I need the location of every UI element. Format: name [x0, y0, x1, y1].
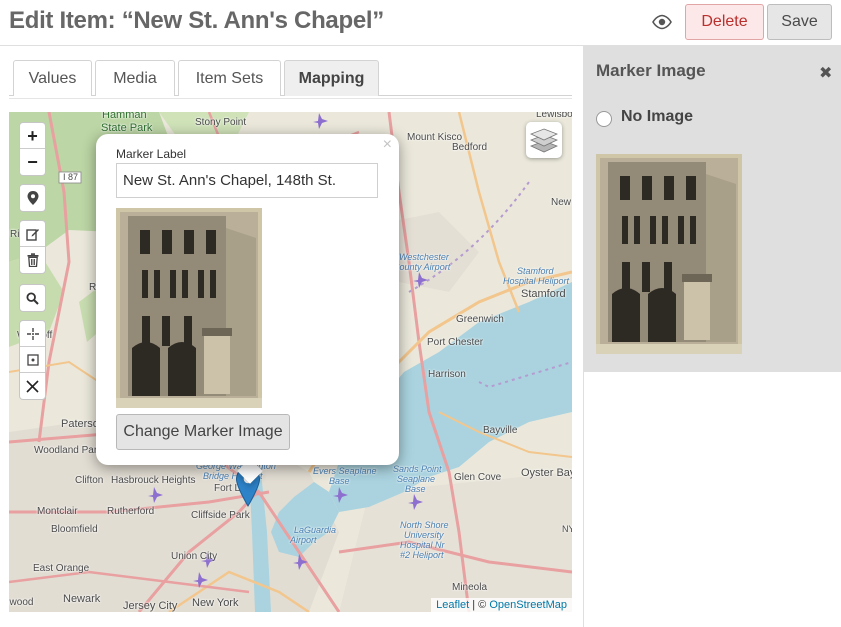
draw-marker-button[interactable] — [20, 185, 45, 211]
marker-image-sidebar: Marker Image ✖ No Image — [583, 46, 841, 627]
map-label: Hamman — [102, 112, 147, 121]
section-tabs: Values Media Item Sets Mapping — [9, 60, 572, 96]
layers-control[interactable] — [526, 122, 562, 158]
map-label: Harrison — [428, 369, 466, 380]
view-control — [19, 320, 46, 400]
map-label: Bloomfield — [51, 524, 98, 535]
map-label: Bayville — [483, 425, 518, 436]
map-label: Union City — [171, 551, 218, 562]
edit-icon — [25, 228, 39, 241]
page-header: Edit Item: “New St. Ann's Chapel” Delete… — [0, 0, 841, 46]
fit-bounds-icon — [26, 353, 39, 366]
map-label: County Airport — [393, 262, 451, 272]
map-label: Clifton — [75, 475, 104, 486]
map-label: #2 Heliport — [400, 550, 444, 560]
tab-item-sets[interactable]: Item Sets — [178, 60, 281, 96]
map-attribution: Leaflet | © OpenStreetMap — [431, 598, 572, 612]
map-label: LaGuardia — [294, 525, 337, 535]
close-icon[interactable]: ✖ — [819, 63, 832, 83]
map-label: Stamford — [517, 266, 554, 276]
locate-button[interactable] — [20, 321, 45, 347]
clear-button[interactable] — [20, 373, 45, 399]
map-label: Hasbrouck Heights — [111, 475, 196, 486]
map-label: Stamford — [521, 288, 566, 300]
locate-icon — [26, 327, 39, 340]
tab-values[interactable]: Values — [13, 60, 92, 96]
change-marker-image-button[interactable]: Change Marker Image — [116, 414, 290, 450]
map-label: Mineola — [452, 582, 488, 593]
map-label: State Park — [101, 122, 153, 134]
map-label: Stony Point — [195, 117, 247, 128]
map-label: Westchester — [399, 252, 449, 262]
map-label: ewood — [9, 597, 34, 608]
map-label: Mount Kisco — [407, 132, 463, 143]
search-button[interactable] — [20, 285, 45, 311]
trash-icon — [27, 253, 38, 267]
clear-icon — [26, 379, 39, 393]
zoom-in-button[interactable]: + — [20, 123, 45, 149]
map-label: Lewisboro — [536, 112, 572, 120]
zoom-out-button[interactable]: − — [20, 149, 45, 175]
edit-layers-button[interactable] — [20, 221, 45, 247]
map-label: Rutherford — [107, 506, 155, 517]
sidebar-title: Marker Image — [596, 61, 706, 80]
map-label: New York — [192, 597, 239, 609]
map-label: Cliffside Park — [191, 510, 250, 521]
no-image-radio[interactable] — [596, 111, 612, 127]
tab-divider — [9, 98, 572, 99]
image-option-thumbnail[interactable] — [596, 154, 742, 354]
map-label: Montclair — [37, 506, 78, 517]
map-label: NY — [562, 524, 572, 534]
layers-icon — [530, 128, 558, 153]
search-icon — [26, 291, 39, 305]
map-label: North Shore — [400, 520, 449, 530]
draw-control — [19, 184, 46, 212]
leaflet-link[interactable]: Leaflet — [436, 599, 469, 611]
map-label: Hospital Nr — [400, 540, 445, 550]
edit-control — [19, 220, 46, 274]
map-label: University — [404, 530, 444, 540]
map-label: Port Chester — [427, 337, 484, 348]
map-label: Base — [329, 476, 350, 486]
marker-label-input[interactable] — [116, 163, 378, 198]
eye-icon[interactable] — [652, 14, 672, 30]
map-view[interactable]: Hamman State Park Stony Point Lewisboro … — [9, 112, 572, 612]
marker-image-thumbnail[interactable] — [116, 208, 262, 408]
map-label: East Orange — [33, 563, 90, 574]
page-title: Edit Item: “New St. Ann's Chapel” — [9, 7, 384, 34]
map-label: Jersey City — [123, 600, 178, 612]
map-label: I 87 — [63, 172, 79, 182]
attribution-separator: | © — [469, 599, 490, 611]
zoom-control: + − — [19, 122, 46, 176]
openstreetmap-link[interactable]: OpenStreetMap — [489, 599, 567, 611]
delete-layers-button[interactable] — [20, 247, 45, 273]
marker-label-caption: Marker Label — [116, 147, 187, 161]
map-label: Sands Point — [393, 464, 442, 474]
delete-button[interactable]: Delete — [685, 4, 764, 40]
map-label: Airport — [290, 535, 317, 545]
map-label: Base — [405, 484, 426, 494]
search-control — [19, 284, 46, 312]
map-label: New C — [551, 197, 572, 208]
map-label: Woodland Park — [34, 445, 103, 456]
fit-bounds-button[interactable] — [20, 347, 45, 373]
marker-popup: × Marker Label Change Marker Image — [96, 134, 399, 465]
map-label: Oyster Bay — [521, 467, 572, 479]
popup-close-button[interactable]: × — [383, 136, 392, 154]
map-label: Glen Cove — [454, 472, 502, 483]
map-label: Evers Seaplane — [313, 466, 377, 476]
map-label: Newark — [63, 593, 101, 605]
marker-image-panel: Marker Image ✖ No Image — [584, 46, 841, 372]
save-button[interactable]: Save — [767, 4, 832, 40]
tab-media[interactable]: Media — [95, 60, 175, 96]
tab-mapping[interactable]: Mapping — [284, 60, 379, 96]
map-label: Seaplane — [397, 474, 436, 484]
no-image-label: No Image — [621, 108, 694, 125]
map-label: Bedford — [452, 142, 488, 153]
map-label: Greenwich — [456, 314, 504, 325]
map-label: Hospital Heliport — [503, 276, 570, 286]
marker-icon — [27, 191, 38, 205]
